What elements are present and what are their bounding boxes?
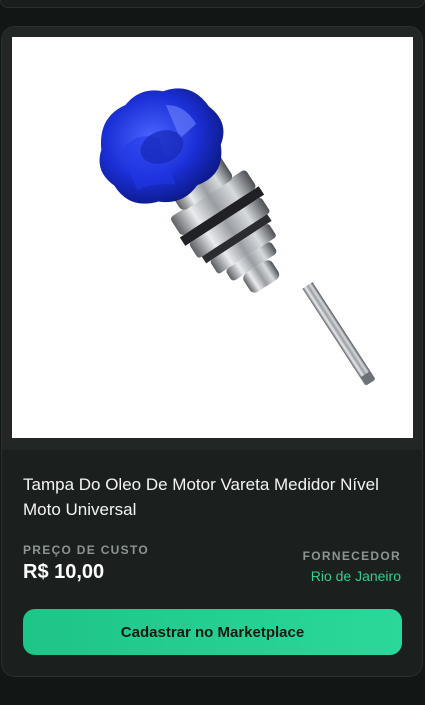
- product-image-area: [2, 27, 422, 450]
- previous-card-edge: [0, 0, 425, 8]
- product-card: Tampa Do Oleo De Motor Vareta Medidor Ní…: [1, 26, 423, 677]
- supplier-label: FORNECEDOR: [302, 549, 401, 563]
- supplier-location: Rio de Janeiro: [310, 568, 401, 584]
- price-label: PREÇO DE CUSTO: [23, 543, 149, 557]
- price-value: R$ 10,00: [23, 561, 105, 583]
- register-marketplace-button[interactable]: Cadastrar no Marketplace: [23, 609, 402, 655]
- product-image[interactable]: [12, 37, 413, 438]
- supplier-block: FORNECEDOR Rio de Janeiro: [303, 549, 401, 584]
- product-title: Tampa Do Oleo De Motor Vareta Medidor Ní…: [23, 475, 379, 519]
- price-block: PREÇO DE CUSTO R$ 10,00: [23, 543, 149, 584]
